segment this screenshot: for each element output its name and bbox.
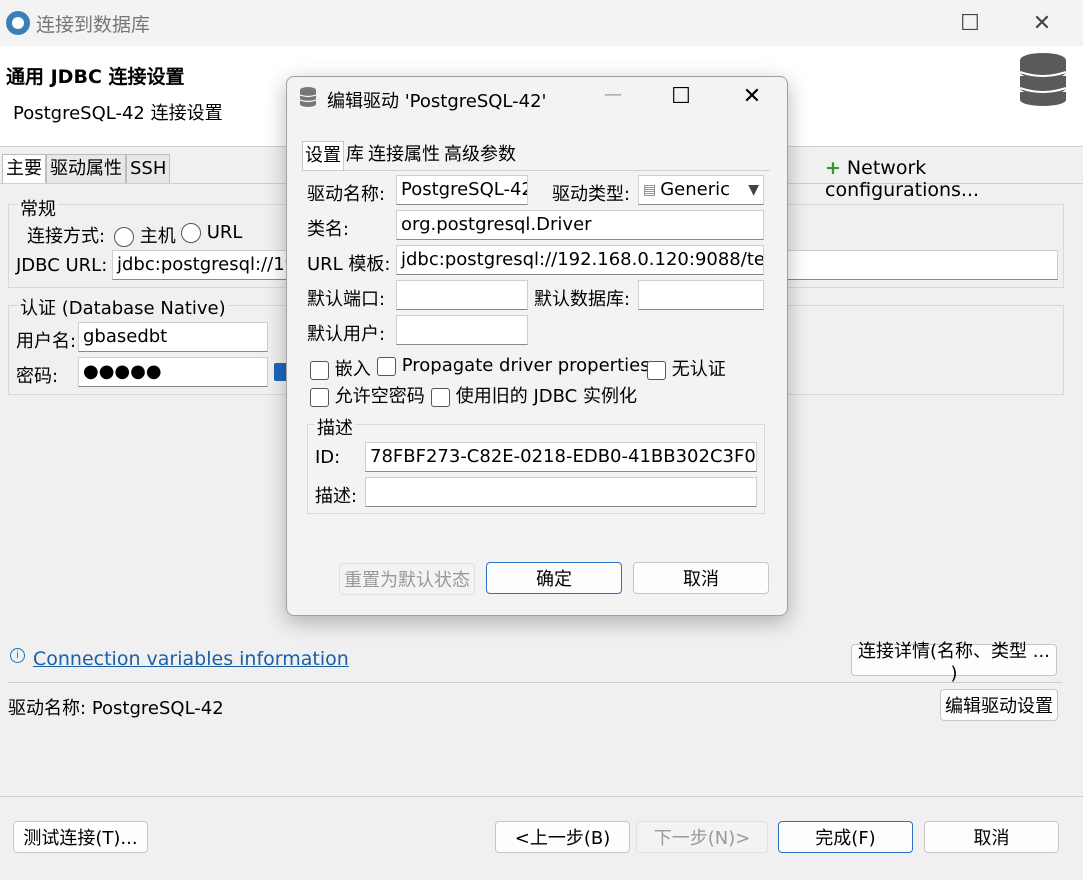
generic-db-icon: ▤ xyxy=(643,182,657,198)
back-button[interactable]: <上一步(B) xyxy=(495,821,630,853)
radio-url-label: URL xyxy=(206,222,243,243)
dialog-maximize-icon[interactable]: ☐ xyxy=(666,84,696,109)
radio-host-circle[interactable] xyxy=(114,227,134,247)
default-database-field[interactable] xyxy=(638,280,764,310)
no-auth-label: 无认证 xyxy=(671,359,726,380)
username-label: 用户名: xyxy=(16,331,77,352)
password-field[interactable]: ●●●●● xyxy=(78,357,268,387)
database-icon xyxy=(1019,53,1067,106)
network-configurations-label: Network configurations... xyxy=(825,157,980,201)
driver-name-caption: 驱动名称: xyxy=(8,698,87,719)
test-connection-button[interactable]: 测试连接(T)... xyxy=(13,821,148,853)
ok-button[interactable]: 确定 xyxy=(486,562,622,594)
title-bar xyxy=(0,0,1083,46)
plus-icon: + xyxy=(825,157,841,179)
driver-name-value: PostgreSQL-42 xyxy=(91,698,224,719)
dialog-driver-name-label: 驱动名称: xyxy=(307,184,386,205)
footer-divider xyxy=(0,796,1083,797)
username-field[interactable]: gbasedbt xyxy=(78,322,268,352)
url-template-field[interactable]: jdbc:postgresql://192.168.0.120:9088/tes… xyxy=(396,245,764,275)
propagate-label: Propagate driver properties xyxy=(401,355,650,376)
allow-empty-password-checkbox[interactable]: 允许空密码 xyxy=(310,382,425,408)
class-name-field[interactable]: org.postgresql.Driver xyxy=(396,210,764,240)
jdbc-url-label: JDBC URL: xyxy=(16,255,108,276)
tab-advanced-parameters[interactable]: 高级参数 xyxy=(442,141,518,169)
allow-empty-password-label: 允许空密码 xyxy=(334,386,425,407)
tab-libraries[interactable]: 库 xyxy=(344,141,366,169)
general-group-title: 常规 xyxy=(18,195,58,221)
no-auth-checkbox-box[interactable] xyxy=(647,360,666,380)
propagate-checkbox-box[interactable] xyxy=(377,356,396,376)
description-label: 描述: xyxy=(315,486,358,507)
default-port-label: 默认端口: xyxy=(307,289,386,310)
legacy-jdbc-label: 使用旧的 JDBC 实例化 xyxy=(455,386,637,407)
driver-name-label: 驱动名称: PostgreSQL-42 xyxy=(8,694,224,720)
url-template-label: URL 模板: xyxy=(307,254,391,275)
password-label: 密码: xyxy=(16,366,59,387)
main-tabs: 主要 驱动属性 SSH xyxy=(2,154,171,184)
radio-url[interactable]: URL xyxy=(181,222,242,243)
window-title: 连接到数据库 xyxy=(36,14,151,36)
radio-url-circle[interactable] xyxy=(181,223,201,243)
dialog-close-icon[interactable]: ✕ xyxy=(737,84,767,109)
default-database-label: 默认数据库: xyxy=(534,289,631,310)
close-icon[interactable]: ✕ xyxy=(1020,4,1064,42)
dialog-cancel-button[interactable]: 取消 xyxy=(633,562,769,594)
id-label: ID: xyxy=(315,447,341,468)
propagate-properties-checkbox[interactable]: Propagate driver properties xyxy=(377,355,650,376)
legacy-jdbc-checkbox-box[interactable] xyxy=(431,387,450,407)
connection-variables-link[interactable]: Connection variables information xyxy=(33,648,349,670)
maximize-icon[interactable]: ☐ xyxy=(948,4,992,42)
no-auth-checkbox[interactable]: 无认证 xyxy=(647,355,726,381)
driver-icon xyxy=(299,87,317,107)
embedded-checkbox-box[interactable] xyxy=(310,360,329,380)
network-configurations-button[interactable]: + Network configurations... xyxy=(825,157,1083,201)
tab-main[interactable]: 主要 xyxy=(2,154,46,183)
allow-empty-password-box[interactable] xyxy=(310,387,329,407)
default-user-field[interactable] xyxy=(396,315,528,345)
description-field[interactable] xyxy=(365,477,757,507)
page-title: 通用 JDBC 连接设置 xyxy=(6,66,185,88)
tab-driver-properties[interactable]: 驱动属性 xyxy=(46,154,126,183)
reset-defaults-button[interactable]: 重置为默认状态 xyxy=(339,563,475,595)
legacy-jdbc-checkbox[interactable]: 使用旧的 JDBC 实例化 xyxy=(431,382,637,408)
class-name-label: 类名: xyxy=(307,219,350,240)
chevron-down-icon[interactable]: ▼ xyxy=(748,176,759,204)
embedded-label: 嵌入 xyxy=(334,359,371,380)
edit-driver-button[interactable]: 编辑驱动设置 xyxy=(940,689,1058,721)
cancel-button[interactable]: 取消 xyxy=(924,821,1059,853)
tab-settings[interactable]: 设置 xyxy=(302,141,344,170)
app-icon xyxy=(6,11,30,35)
page-subtitle: PostgreSQL-42 连接设置 xyxy=(13,103,223,124)
connection-details-button[interactable]: 连接详情(名称、类型 ... ) xyxy=(851,641,1057,684)
divider xyxy=(8,682,1062,683)
default-port-field[interactable] xyxy=(396,280,528,310)
driver-type-value: Generic xyxy=(660,179,731,200)
minimize-icon[interactable]: — xyxy=(598,84,628,108)
default-user-label: 默认用户: xyxy=(307,324,386,345)
dialog-tabs: 设置 库 连接属性 高级参数 xyxy=(302,141,770,171)
driver-type-select[interactable]: ▤ Generic ▼ xyxy=(638,175,764,205)
tab-ssh[interactable]: SSH xyxy=(126,154,171,183)
dialog-driver-name-field[interactable]: PostgreSQL-42 xyxy=(396,175,528,205)
description-group-title: 描述 xyxy=(315,414,355,440)
embedded-checkbox[interactable]: 嵌入 xyxy=(310,355,371,381)
finish-button[interactable]: 完成(F) xyxy=(778,821,913,853)
connect-by-label: 连接方式: xyxy=(27,226,106,247)
radio-host[interactable]: 主机 xyxy=(114,222,176,248)
dialog-title: 编辑驱动 'PostgreSQL-42' xyxy=(327,91,547,112)
info-icon: i xyxy=(10,648,25,663)
auth-group-title: 认证 (Database Native) xyxy=(18,294,228,320)
next-button[interactable]: 下一步(N)> xyxy=(636,821,768,853)
tab-connection-properties[interactable]: 连接属性 xyxy=(366,141,442,169)
radio-host-label: 主机 xyxy=(139,226,176,247)
driver-type-label: 驱动类型: xyxy=(552,184,631,205)
id-field[interactable]: 78FBF273-C82E-0218-EDB0-41BB302C3F02 xyxy=(365,442,757,472)
